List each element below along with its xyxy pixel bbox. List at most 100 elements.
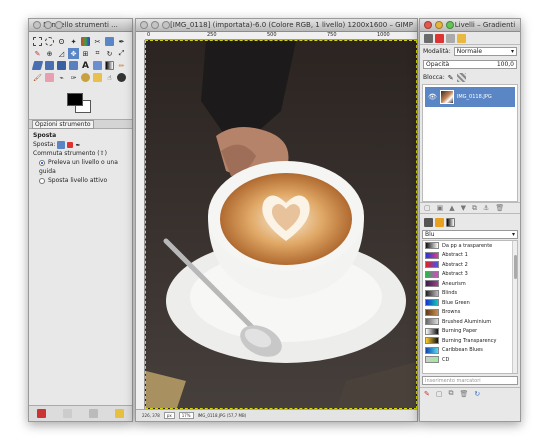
airbrush-icon[interactable]: ⌁ bbox=[56, 72, 67, 83]
option-move-active[interactable]: Sposta livello attivo bbox=[33, 176, 128, 185]
rect-select-icon[interactable] bbox=[32, 36, 43, 47]
gradient-item[interactable]: Blinds bbox=[423, 289, 517, 299]
tab-paths-icon[interactable] bbox=[446, 33, 455, 43]
gradient-item[interactable]: Caribbean Blues bbox=[423, 346, 517, 356]
text-tool-icon[interactable]: A bbox=[80, 60, 91, 71]
perspective-icon[interactable] bbox=[44, 60, 55, 71]
image-canvas[interactable] bbox=[145, 40, 417, 409]
gradient-item[interactable]: Aneurism bbox=[423, 279, 517, 289]
dodge-burn-icon[interactable] bbox=[116, 72, 127, 83]
measure-icon[interactable]: ◿ bbox=[56, 48, 67, 59]
lasso-icon[interactable]: ʘ bbox=[56, 36, 67, 47]
gradient-filter-select[interactable]: Blu bbox=[422, 230, 518, 239]
minimize-button[interactable] bbox=[151, 21, 159, 29]
edit-gradient-icon[interactable]: ✎ bbox=[424, 390, 430, 398]
close-button[interactable] bbox=[33, 21, 41, 29]
vertical-ruler[interactable] bbox=[136, 40, 145, 409]
minimize-button[interactable] bbox=[44, 21, 52, 29]
duplicate-gradient-icon[interactable]: ⧉ bbox=[449, 389, 454, 398]
restore-options-icon[interactable] bbox=[63, 409, 73, 418]
radio-move-active[interactable] bbox=[39, 177, 45, 184]
selection-mode-icon[interactable] bbox=[67, 141, 74, 148]
ellipse-select-icon[interactable] bbox=[44, 36, 55, 47]
gradient-item[interactable]: Da pp a trasparente bbox=[423, 241, 517, 251]
crop-icon[interactable]: ⌗ bbox=[92, 48, 103, 59]
delete-layer-icon[interactable]: 🗑 bbox=[495, 204, 504, 212]
ink-icon[interactable]: ✑ bbox=[68, 72, 79, 83]
close-button[interactable] bbox=[424, 21, 432, 29]
foreground-select-icon[interactable] bbox=[104, 36, 115, 47]
bucket-fill-icon[interactable] bbox=[92, 60, 103, 71]
paintbrush-icon[interactable]: 🖌 bbox=[32, 72, 43, 83]
shear-icon[interactable] bbox=[31, 60, 44, 71]
clone-icon[interactable] bbox=[80, 72, 91, 83]
tab-layers-icon[interactable] bbox=[424, 33, 433, 43]
lower-layer-icon[interactable]: ▼ bbox=[461, 204, 466, 212]
close-button[interactable] bbox=[140, 21, 148, 29]
new-gradient-icon[interactable]: ▢ bbox=[436, 390, 443, 398]
gradient-item[interactable]: CD bbox=[423, 355, 517, 365]
image-titlebar[interactable]: [IMG_0118] (importata)-6.0 (Colore RGB, … bbox=[136, 19, 417, 32]
toolbox-titlebar[interactable]: Pannello strumenti ... bbox=[29, 19, 132, 32]
eraser-icon[interactable] bbox=[44, 72, 55, 83]
lock-pixels-icon[interactable]: ✎ bbox=[448, 74, 454, 82]
color-select-icon[interactable] bbox=[80, 36, 91, 47]
gradient-item[interactable]: Abstract 2 bbox=[423, 260, 517, 270]
unit-select[interactable]: px bbox=[163, 412, 175, 419]
color-picker-icon[interactable]: ✎ bbox=[32, 48, 43, 59]
eye-icon[interactable]: 👁 bbox=[428, 93, 437, 101]
tab-gradients-icon[interactable] bbox=[446, 218, 455, 227]
gradient-item[interactable]: Brushed Aluminium bbox=[423, 317, 517, 327]
opacity-slider[interactable]: Opacità 100,0 bbox=[423, 60, 517, 69]
fuzzy-select-icon[interactable]: ✦ bbox=[68, 36, 79, 47]
layer-row[interactable]: 👁 IMG_0118.JPG bbox=[425, 87, 515, 107]
layer-mode-icon[interactable] bbox=[57, 140, 66, 149]
delete-options-icon[interactable] bbox=[88, 409, 98, 418]
raise-layer-icon[interactable]: ▲ bbox=[449, 204, 454, 212]
rotate-icon[interactable]: ↻ bbox=[104, 48, 115, 59]
heal-icon[interactable] bbox=[92, 72, 103, 83]
foreground-color[interactable] bbox=[67, 93, 83, 106]
pencil-icon[interactable]: ✏ bbox=[116, 60, 127, 71]
horizontal-ruler[interactable]: 0 250 500 750 1000 bbox=[145, 32, 417, 40]
layers-titlebar[interactable]: Livelli – Gradienti bbox=[420, 19, 520, 32]
mode-select[interactable]: Normale bbox=[453, 47, 517, 56]
layer-group-icon[interactable]: ▣ bbox=[437, 204, 444, 212]
anchor-layer-icon[interactable]: ⚓ bbox=[483, 204, 489, 212]
tab-channels-icon[interactable] bbox=[435, 33, 444, 43]
flip-icon[interactable] bbox=[56, 60, 67, 71]
option-pick-layer[interactable]: Preleva un livello o una guida bbox=[33, 158, 128, 176]
tab-brushes-icon[interactable] bbox=[424, 218, 433, 227]
gradient-item[interactable]: Abstract 3 bbox=[423, 270, 517, 280]
gradient-item[interactable]: Burning Transparency bbox=[423, 336, 517, 346]
zoom-select[interactable]: 17% bbox=[178, 412, 194, 419]
scissors-icon[interactable]: ✂ bbox=[92, 36, 103, 47]
zoom-button[interactable] bbox=[162, 21, 170, 29]
gradient-item[interactable]: Blue Green bbox=[423, 298, 517, 308]
scale-icon[interactable]: ⤢ bbox=[116, 48, 127, 59]
new-layer-icon[interactable]: ▢ bbox=[424, 204, 431, 212]
zoom-button[interactable] bbox=[446, 21, 454, 29]
move-tool-icon[interactable]: ✥ bbox=[68, 48, 79, 59]
gradient-item[interactable]: Burning Paper bbox=[423, 327, 517, 337]
reset-options-icon[interactable] bbox=[114, 409, 124, 418]
zoom-button[interactable] bbox=[55, 21, 63, 29]
cage-icon[interactable] bbox=[68, 60, 79, 71]
path-mode-icon[interactable]: ✒ bbox=[75, 141, 83, 149]
duplicate-layer-icon[interactable]: ⧉ bbox=[472, 204, 477, 213]
smudge-icon[interactable]: ☝ bbox=[104, 72, 115, 83]
zoom-tool-icon[interactable]: ⊕ bbox=[44, 48, 55, 59]
radio-pick-layer[interactable] bbox=[39, 159, 45, 166]
gradient-item[interactable]: Browns bbox=[423, 308, 517, 318]
minimize-button[interactable] bbox=[435, 21, 443, 29]
blend-icon[interactable] bbox=[104, 60, 115, 71]
lock-alpha-icon[interactable] bbox=[456, 73, 466, 82]
tab-patterns-icon[interactable] bbox=[435, 218, 444, 227]
save-options-icon[interactable] bbox=[37, 409, 47, 418]
paths-icon[interactable]: ✒ bbox=[116, 36, 127, 47]
tab-undo-icon[interactable] bbox=[457, 33, 466, 43]
gradient-item[interactable]: Abstract 1 bbox=[423, 251, 517, 261]
gradient-tag-input[interactable]: Inserimento marcatori bbox=[422, 376, 518, 385]
gradients-scrollbar[interactable] bbox=[512, 241, 517, 373]
tab-tool-options[interactable]: Opzioni strumento bbox=[32, 119, 94, 129]
